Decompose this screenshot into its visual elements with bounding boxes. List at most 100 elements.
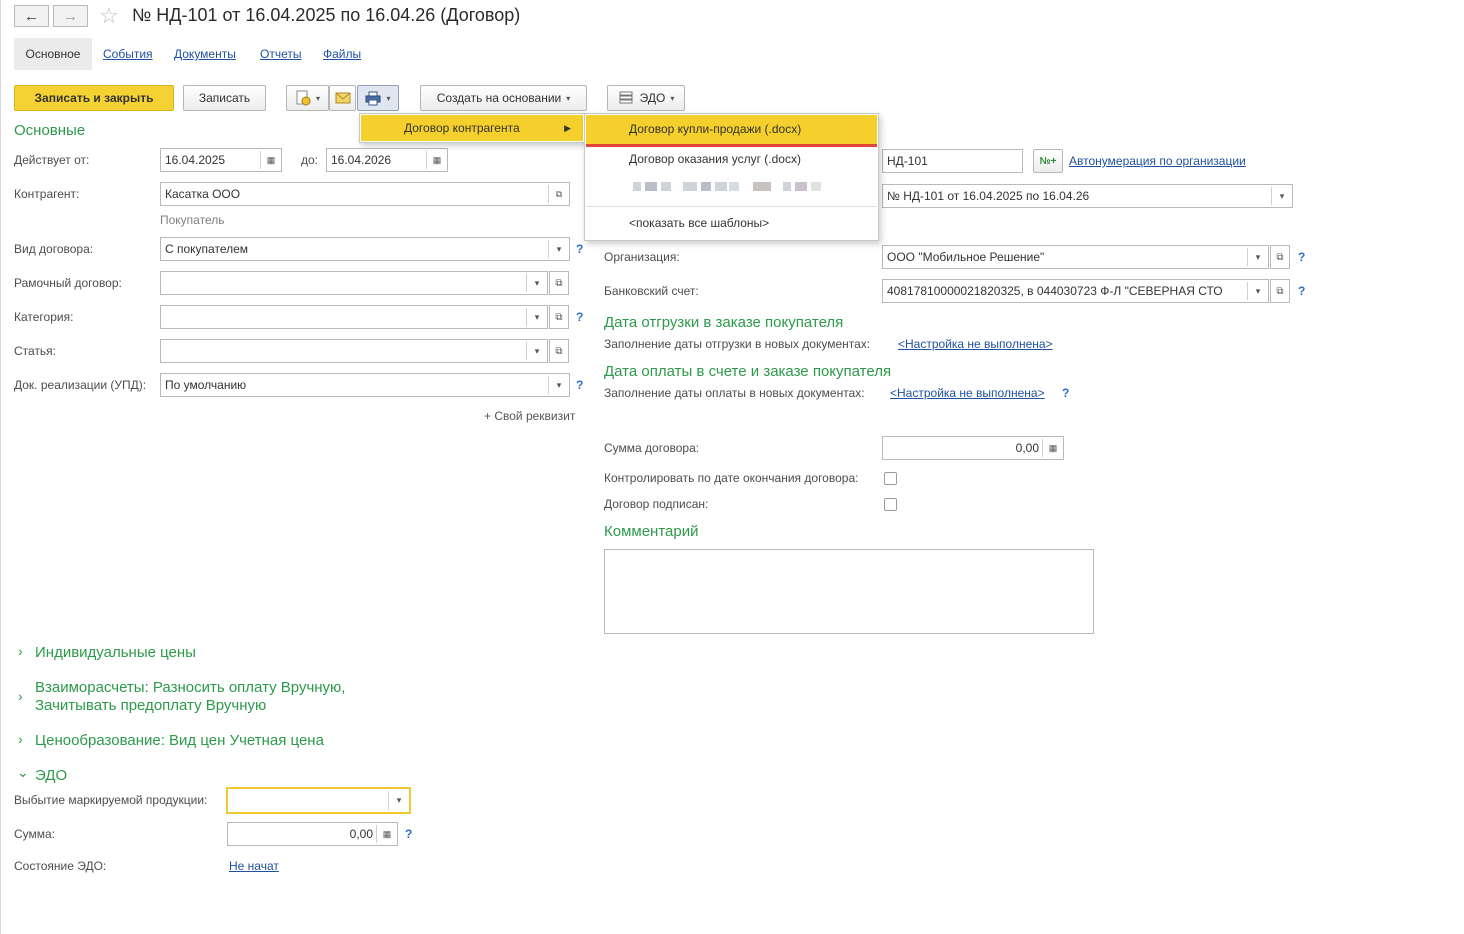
valid-from-label: Действует от: (14, 153, 90, 167)
shipment-settings-link[interactable]: <Настройка не выполнена> (898, 337, 1053, 351)
help-icon[interactable]: ? (405, 827, 412, 841)
group-edo[interactable]: ЭДО (35, 767, 67, 784)
counterparty-field[interactable]: Касатка ООО ⧉ (160, 182, 570, 206)
help-icon[interactable]: ? (576, 242, 583, 256)
bank-account-select[interactable]: 40817810000021820325, в 044030723 Ф-Л "С… (882, 279, 1269, 303)
forward-button[interactable]: → (53, 5, 88, 27)
bank-account-label: Банковский счет: (604, 284, 699, 298)
number-value: НД-101 (887, 154, 928, 168)
dropdown-icon[interactable]: ▾ (1271, 187, 1292, 205)
calculator-icon[interactable]: ▦ (1042, 439, 1063, 457)
shipment-fill-label: Заполнение даты отгрузки в новых докумен… (604, 337, 871, 351)
control-by-end-date-checkbox[interactable] (884, 472, 897, 485)
edo-button[interactable]: ЭДО ▾ (607, 85, 685, 111)
blurred-menu-item[interactable] (633, 182, 823, 198)
edo-state-link[interactable]: Не начат (229, 859, 279, 873)
menu-item-label: <показать все шаблоны> (629, 216, 770, 230)
open-icon[interactable]: ⧉ (548, 185, 569, 203)
menu-item-services-contract[interactable]: Договор оказания услуг (.docx) (586, 145, 877, 174)
add-custom-attribute-link[interactable]: + Свой реквизит (484, 409, 575, 423)
attach-document-button[interactable]: ▾ (286, 85, 329, 111)
contract-signed-label: Договор подписан: (604, 497, 709, 511)
article-select[interactable]: ▾ (160, 339, 548, 363)
menu-separator (586, 206, 877, 207)
calculator-icon[interactable]: ▦ (376, 825, 397, 843)
dropdown-icon[interactable]: ▾ (526, 342, 547, 360)
collapse-chevron-icon[interactable]: ⌄ (17, 764, 29, 781)
open-icon[interactable]: ⧉ (1270, 245, 1290, 269)
help-icon[interactable]: ? (576, 378, 583, 392)
menu-item-counterparty-contract[interactable]: Договор контрагента ▶ (361, 115, 583, 141)
menu-item-label: Договор контрагента (404, 121, 520, 135)
tab-documents[interactable]: Документы (174, 38, 236, 70)
contract-name-value: № НД-101 от 16.04.2025 по 16.04.26 (887, 189, 1090, 203)
open-icon[interactable]: ⧉ (1270, 279, 1290, 303)
section-comment: Комментарий (604, 523, 699, 540)
save-button[interactable]: Записать (183, 85, 266, 111)
organization-select[interactable]: ООО "Мобильное Решение" ▾ (882, 245, 1269, 269)
print-submenu: Договор купли-продажи (.docx) Договор ок… (584, 113, 879, 241)
group-settlements-line2[interactable]: Зачитывать предоплату Вручную (35, 697, 266, 714)
valid-from-field[interactable]: 16.04.2025 ▦ (160, 148, 282, 172)
dropdown-icon[interactable]: ▾ (548, 376, 569, 394)
tab-events[interactable]: События (103, 38, 153, 70)
open-icon[interactable]: ⧉ (549, 339, 569, 363)
open-icon[interactable]: ⧉ (549, 271, 569, 295)
numbering-button[interactable]: №+ (1033, 149, 1063, 173)
contract-name-field[interactable]: № НД-101 от 16.04.2025 по 16.04.26 ▾ (882, 184, 1293, 208)
create-based-on-label: Создать на основании (436, 91, 562, 105)
tab-main[interactable]: Основное (14, 38, 92, 70)
contract-kind-select[interactable]: С покупателем ▾ (160, 237, 570, 261)
print-button[interactable]: ▾ (357, 85, 399, 111)
valid-to-label: до: (301, 153, 319, 167)
tab-reports[interactable]: Отчеты (260, 38, 301, 70)
counterparty-label: Контрагент: (14, 187, 80, 201)
upd-select[interactable]: По умолчанию ▾ (160, 373, 570, 397)
dropdown-icon[interactable]: ▾ (526, 308, 547, 326)
dropdown-icon[interactable]: ▾ (548, 240, 569, 258)
contract-sum-field[interactable]: 0,00 ▦ (882, 436, 1064, 460)
upd-label: Док. реализации (УПД): (14, 378, 147, 392)
help-icon[interactable]: ? (1298, 284, 1305, 298)
numbering-plus-icon: №+ (1039, 155, 1057, 167)
help-icon[interactable]: ? (1298, 250, 1305, 264)
dropdown-icon[interactable]: ▾ (1247, 248, 1268, 266)
calendar-icon[interactable]: ▦ (426, 151, 447, 169)
group-pricing[interactable]: Ценообразование: Вид цен Учетная цена (35, 732, 324, 749)
favorite-star-icon[interactable]: ☆ (99, 3, 119, 29)
payment-settings-link[interactable]: <Настройка не выполнена> (890, 386, 1045, 400)
group-settlements-line1[interactable]: Взаиморасчеты: Разносить оплату Вручную, (35, 679, 345, 696)
menu-item-show-all-templates[interactable]: <показать все шаблоны> (586, 209, 877, 238)
back-arrow-icon: ← (24, 7, 39, 25)
calendar-icon[interactable]: ▦ (260, 151, 281, 169)
category-select[interactable]: ▾ (160, 305, 548, 329)
forward-arrow-icon: → (63, 7, 78, 25)
valid-to-field[interactable]: 16.04.2026 ▦ (326, 148, 448, 172)
dropdown-icon: ▾ (386, 93, 391, 103)
autonumbering-link[interactable]: Автонумерация по организации (1069, 154, 1246, 168)
contract-signed-checkbox[interactable] (884, 498, 897, 511)
send-email-button[interactable] (329, 85, 356, 111)
marking-disposal-select[interactable]: ▾ (226, 787, 411, 814)
open-icon[interactable]: ⧉ (549, 305, 569, 329)
dropdown-icon[interactable]: ▾ (1247, 282, 1268, 300)
edo-sum-field[interactable]: 0,00 ▦ (227, 822, 398, 846)
create-based-on-button[interactable]: Создать на основании ▾ (420, 85, 587, 111)
window-left-border (0, 0, 1, 934)
expand-chevron-icon[interactable]: › (18, 643, 23, 659)
help-icon[interactable]: ? (576, 310, 583, 324)
number-field[interactable]: НД-101 (882, 149, 1023, 173)
framework-contract-label: Рамочный договор: (14, 276, 122, 290)
expand-chevron-icon[interactable]: › (18, 731, 23, 747)
comment-textarea[interactable] (604, 549, 1094, 634)
tab-files[interactable]: Файлы (323, 38, 361, 70)
menu-item-sale-contract[interactable]: Договор купли-продажи (.docx) (586, 115, 877, 144)
framework-contract-select[interactable]: ▾ (160, 271, 548, 295)
help-icon[interactable]: ? (1062, 386, 1069, 400)
back-button[interactable]: ← (14, 5, 49, 27)
dropdown-icon[interactable]: ▾ (388, 791, 409, 810)
expand-chevron-icon[interactable]: › (18, 688, 23, 704)
save-and-close-button[interactable]: Записать и закрыть (14, 85, 174, 111)
group-individual-prices[interactable]: Индивидуальные цены (35, 644, 196, 661)
dropdown-icon[interactable]: ▾ (526, 274, 547, 292)
